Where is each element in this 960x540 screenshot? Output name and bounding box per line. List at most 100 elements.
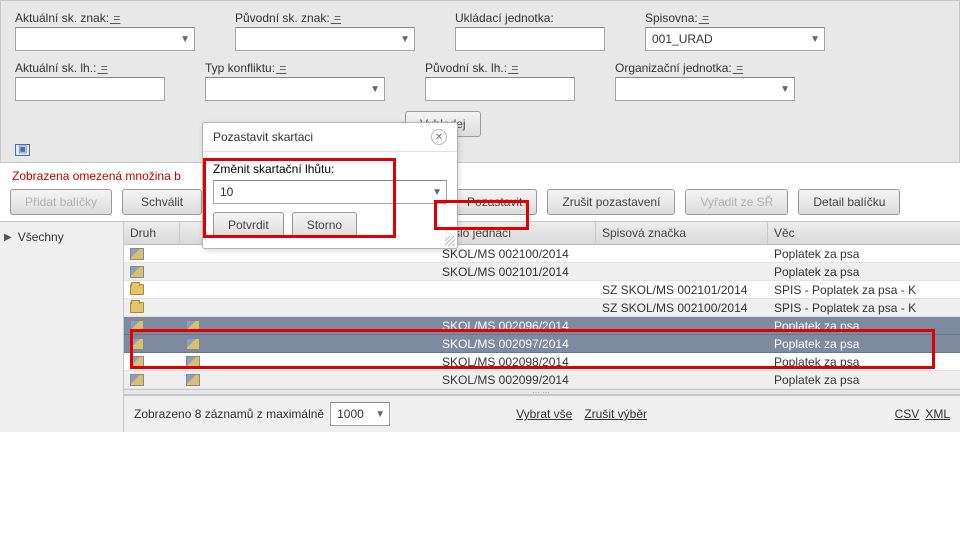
chevron-right-icon: ▶ [4, 232, 12, 243]
max-records-select[interactable]: 1000 ▼ [330, 402, 390, 426]
filter-label: Původní sk. znak: = [235, 11, 415, 25]
limited-set-warning: Zobrazena omezená množina b [12, 169, 960, 183]
filter-group: Aktuální sk. znak: = ▼ [15, 11, 195, 51]
export-xml-link[interactable]: XML [925, 407, 950, 421]
content-area: ▶ Všechny Druh Číslo jednací Spisová zna… [0, 221, 960, 432]
record-count-text: Zobrazeno 8 záznamů z maximálně [134, 407, 324, 421]
document-icon [130, 320, 144, 332]
confirm-button[interactable]: Potvrdit [213, 212, 284, 238]
filter-panel: Aktuální sk. znak: =▼Původní sk. znak: =… [0, 0, 960, 163]
grid: Druh Číslo jednací Spisová značka Věc SK… [124, 222, 960, 432]
cell-cj: SKOL/MS 002100/2014 [436, 247, 596, 261]
folder-icon [130, 284, 144, 295]
filter-label: Původní sk. lh.: = [425, 61, 575, 75]
cell-vec: Poplatek za psa [768, 373, 960, 387]
filter-group: Ukládací jednotka: [455, 11, 605, 51]
chevron-down-icon: ▼ [370, 84, 380, 95]
suspend-button[interactable]: Pozastavit [452, 189, 537, 215]
filter-select[interactable]: ▼ [615, 77, 795, 101]
col-header-cj[interactable]: Číslo jednací [436, 222, 596, 244]
document-icon [186, 356, 200, 368]
filter-select[interactable]: ▼ [205, 77, 385, 101]
chevron-down-icon: ▼ [810, 34, 820, 45]
document-icon [130, 248, 144, 260]
col-header-druh[interactable]: Druh [124, 222, 180, 244]
suspend-modal: Pozastavit skartaci ✕ Změnit skartační l… [202, 122, 458, 249]
select-all-link[interactable]: Vybrat vše [516, 407, 572, 421]
table-row[interactable]: SKOL/MS 002099/2014 Poplatek za psa [124, 371, 960, 389]
table-row[interactable]: SKOL/MS 002101/2014 Poplatek za psa [124, 263, 960, 281]
grid-footer: Zobrazeno 8 záznamů z maximálně 1000 ▼ V… [124, 395, 960, 432]
toolbar: Přidat balíčky Schválit Pozastavit Zruši… [10, 189, 960, 215]
document-icon [130, 338, 144, 350]
cell-cj: SKOL/MS 002098/2014 [436, 355, 596, 369]
filter-group: Spisovna: = 001_URAD▼ [645, 11, 825, 51]
filter-group: Typ konfliktu: = ▼ [205, 61, 385, 101]
filter-label: Aktuální sk. znak: = [15, 11, 195, 25]
cell-cj: SKOL/MS 002097/2014 [436, 337, 596, 351]
retention-period-select[interactable]: 10 ▼ [213, 180, 447, 204]
document-icon [130, 266, 144, 278]
remove-from-sr-button: Vyřadit ze SŘ [685, 189, 788, 215]
filter-label: Typ konfliktu: = [205, 61, 385, 75]
filter-input[interactable] [455, 27, 605, 51]
cell-cj: SKOL/MS 002096/2014 [436, 319, 596, 333]
cell-vec: SPIS - Poplatek za psa - K [768, 283, 960, 297]
table-row[interactable]: SZ SKOL/MS 002100/2014SPIS - Poplatek za… [124, 299, 960, 317]
filter-label: Aktuální sk. lh.: = [15, 61, 165, 75]
document-icon [186, 374, 200, 386]
cell-cj: SKOL/MS 002099/2014 [436, 373, 596, 387]
cell-vec: Poplatek za psa [768, 337, 960, 351]
table-row[interactable]: SZ SKOL/MS 002101/2014SPIS - Poplatek za… [124, 281, 960, 299]
collapse-icon[interactable]: ▣ [15, 144, 30, 156]
filter-group: Organizační jednotka: = ▼ [615, 61, 795, 101]
filter-select[interactable]: ▼ [15, 27, 195, 51]
package-detail-button[interactable]: Detail balíčku [798, 189, 900, 215]
document-icon [130, 374, 144, 386]
folder-icon [130, 302, 144, 313]
cell-vec: Poplatek za psa [768, 265, 960, 279]
filter-label: Ukládací jednotka: [455, 11, 605, 25]
modal-title: Pozastavit skartaci [213, 130, 313, 144]
add-packages-button: Přidat balíčky [10, 189, 112, 215]
table-row[interactable]: SKOL/MS 002098/2014 Poplatek za psa [124, 353, 960, 371]
deselect-all-link[interactable]: Zrušit výběr [584, 407, 647, 421]
chevron-down-icon: ▼ [780, 84, 790, 95]
approve-button[interactable]: Schválit [122, 189, 202, 215]
table-row[interactable]: SKOL/MS 002096/2014 Poplatek za psa [124, 317, 960, 335]
document-icon [186, 320, 200, 332]
cell-sz: SZ SKOL/MS 002101/2014 [596, 283, 768, 297]
close-icon[interactable]: ✕ [431, 129, 447, 145]
filter-input[interactable] [15, 77, 165, 101]
document-icon [186, 338, 200, 350]
filter-label: Spisovna: = [645, 11, 825, 25]
cancel-suspension-button[interactable]: Zrušit pozastavení [547, 189, 675, 215]
filter-group: Původní sk. lh.: = [425, 61, 575, 101]
col-header-vec[interactable]: Věc [768, 222, 960, 244]
sidebar: ▶ Všechny [0, 222, 124, 432]
modal-field-label: Změnit skartační lhůtu: [213, 162, 447, 176]
chevron-down-icon: ▼ [180, 34, 190, 45]
cell-vec: Poplatek za psa [768, 319, 960, 333]
export-csv-link[interactable]: CSV [895, 407, 920, 421]
filter-select[interactable]: 001_URAD▼ [645, 27, 825, 51]
cell-vec: Poplatek za psa [768, 355, 960, 369]
document-icon [130, 356, 144, 368]
cell-sz: SZ SKOL/MS 002100/2014 [596, 301, 768, 315]
filter-select[interactable]: ▼ [235, 27, 415, 51]
filter-label: Organizační jednotka: = [615, 61, 795, 75]
filter-group: Původní sk. znak: = ▼ [235, 11, 415, 51]
chevron-down-icon: ▼ [375, 409, 385, 420]
table-row[interactable]: SKOL/MS 002097/2014 Poplatek za psa [124, 335, 960, 353]
resize-grip-icon[interactable] [445, 236, 455, 246]
sidebar-item-all[interactable]: ▶ Všechny [4, 230, 119, 244]
chevron-down-icon: ▼ [432, 187, 442, 198]
chevron-down-icon: ▼ [400, 34, 410, 45]
cell-vec: Poplatek za psa [768, 247, 960, 261]
filter-input[interactable] [425, 77, 575, 101]
cancel-button[interactable]: Storno [292, 212, 357, 238]
col-header-sz[interactable]: Spisová značka [596, 222, 768, 244]
cell-cj: SKOL/MS 002101/2014 [436, 265, 596, 279]
filter-group: Aktuální sk. lh.: = [15, 61, 165, 101]
sidebar-item-label: Všechny [18, 230, 64, 244]
